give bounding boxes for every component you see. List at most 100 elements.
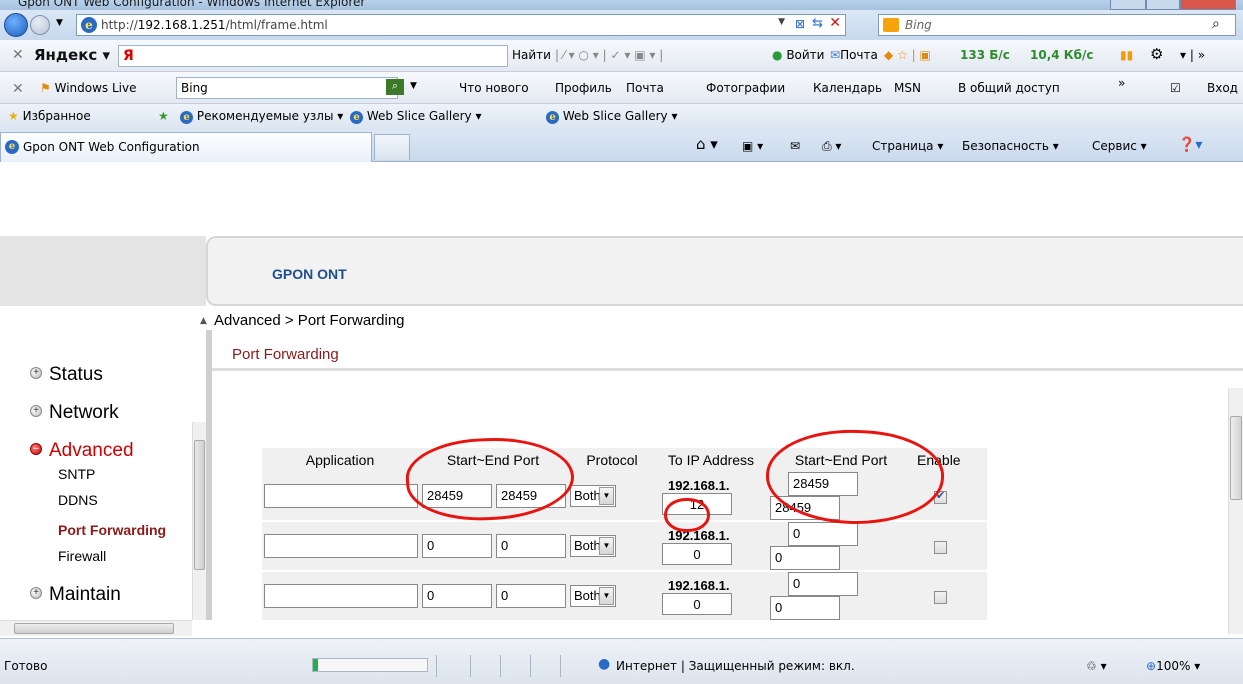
menu-scroll-thumb[interactable] <box>194 440 205 570</box>
toolbar-menu-icon[interactable]: ▾ | » <box>1180 48 1205 62</box>
enable-checkbox[interactable] <box>934 540 947 554</box>
windows-live-label: Windows Live <box>54 81 137 95</box>
close-toolbar-icon[interactable]: ✕ <box>12 47 24 63</box>
col-header-to-ip: To IP Address <box>656 448 766 472</box>
collapse-triangle-icon[interactable]: ▲ <box>200 316 207 326</box>
refresh-icon[interactable]: ⇆ <box>812 16 823 31</box>
search-icon[interactable]: ⌕ <box>1212 16 1220 32</box>
tab-gpon-ont[interactable]: e Gpon ONT Web Configuration <box>0 132 372 162</box>
back-button[interactable] <box>4 13 28 37</box>
compat-view-icon[interactable]: ⊠ <box>795 17 805 31</box>
status-divider <box>470 655 471 677</box>
live-link-share[interactable]: В общий доступ <box>958 81 1060 95</box>
to-start-port-input[interactable]: 0 <box>788 522 858 546</box>
live-link-photos[interactable]: Фотографии <box>706 81 785 95</box>
protocol-select[interactable]: Both ▼ <box>570 485 616 507</box>
fav-item-label: Web Slice Gallery ▾ <box>562 109 678 123</box>
speed-down: 133 Б/с <box>960 48 1010 62</box>
protocol-select[interactable]: Both ▼ <box>570 535 616 557</box>
yandex-mail-button[interactable]: ✉Почта <box>830 48 878 62</box>
live-link-msn[interactable]: MSN <box>894 81 921 95</box>
content-scroll-thumb[interactable] <box>1230 416 1242 500</box>
submenu-sntp[interactable]: SNTP <box>58 466 95 482</box>
application-input[interactable] <box>264 534 418 558</box>
ip-prefix: 192.168.1. <box>668 477 730 493</box>
live-signin-button[interactable]: Вход <box>1207 81 1238 95</box>
protocol-value: Both <box>574 488 601 503</box>
feeds-icon[interactable]: ▣ ▾ <box>742 139 763 153</box>
menu-status[interactable]: + Status <box>30 364 103 386</box>
address-dropdown-icon[interactable]: ▼ <box>778 17 785 27</box>
status-divider <box>436 655 437 677</box>
address-input[interactable]: e http://192.168.1.251/html/frame.html ▼… <box>76 14 846 36</box>
forward-button[interactable] <box>30 15 50 35</box>
fav-item-webslice-1[interactable]: e Web Slice Gallery ▾ <box>350 109 481 124</box>
gear-icon[interactable]: ⚙ <box>1150 45 1163 63</box>
home-icon[interactable]: ⌂ ▾ <box>696 135 718 153</box>
add-favorite-icon[interactable]: ★ <box>158 109 169 123</box>
live-search-input[interactable]: Bing <box>176 77 398 99</box>
print-icon[interactable]: ⎙ ▾ <box>822 139 841 154</box>
more-links-icon[interactable]: » <box>1118 76 1125 90</box>
live-search-dropdown-icon[interactable]: ▼ <box>410 81 417 91</box>
windows-live-brand[interactable]: ⚑ Windows Live <box>40 81 136 95</box>
protocol-select[interactable]: Both ▼ <box>570 585 616 607</box>
yandex-search-input[interactable]: Я <box>118 45 508 67</box>
to-start-port-input[interactable]: 0 <box>788 572 858 596</box>
minimize-button[interactable] <box>1110 0 1146 10</box>
ip-last-octet-input[interactable]: 0 <box>662 542 732 565</box>
menu-tools[interactable]: Сервис ▾ <box>1092 139 1147 153</box>
new-tab-button[interactable] <box>374 134 410 160</box>
menu-hscroll-thumb[interactable] <box>14 623 174 634</box>
menu-network[interactable]: + Network <box>30 402 119 424</box>
live-link-whatsnew[interactable]: Что нового <box>459 81 529 95</box>
help-icon[interactable]: ❓▾ <box>1178 137 1202 153</box>
zoom-control[interactable]: ⊕100% ▾ <box>1146 659 1200 673</box>
search-input[interactable]: Bing <box>878 14 1236 36</box>
yandex-logo[interactable]: Яндекс ▾ <box>34 46 110 64</box>
end-port-input[interactable]: 0 <box>496 584 566 608</box>
to-end-port-input[interactable]: 0 <box>770 596 840 620</box>
menu-page[interactable]: Страница ▾ <box>872 139 943 153</box>
live-search-value: Bing <box>181 81 208 95</box>
menu-vertical-scrollbar[interactable] <box>192 422 206 620</box>
yandex-login-button[interactable]: ● Войти <box>772 48 824 62</box>
fav-item-webslice-2[interactable]: e Web Slice Gallery ▾ <box>546 109 677 124</box>
favorites-button[interactable]: ★ Избранное <box>8 109 91 123</box>
live-link-calendar[interactable]: Календарь <box>813 81 882 95</box>
zone-text[interactable]: Интернет | Защищенный режим: вкл. <box>616 659 855 673</box>
close-window-button[interactable] <box>1180 0 1236 10</box>
checkbox-icon[interactable]: ☑ <box>1170 81 1181 95</box>
ip-last-octet-input[interactable]: 0 <box>662 592 732 615</box>
protected-mode-icon[interactable]: ♲ ▾ <box>1086 659 1107 673</box>
submenu-firewall[interactable]: Firewall <box>58 548 106 564</box>
fav-item-recommended[interactable]: e Рекомендуемые узлы ▾ <box>180 109 343 124</box>
history-dropdown-icon[interactable]: ▼ <box>56 18 63 28</box>
menu-security[interactable]: Безопасность ▾ <box>962 139 1059 153</box>
menu-advanced[interactable]: – Advanced <box>30 440 134 462</box>
live-link-profile[interactable]: Профиль <box>555 81 612 95</box>
yandex-widgets-icon[interactable]: ◆ ☆ | ▣ <box>884 48 931 62</box>
stop-icon[interactable]: ✕ <box>829 15 841 31</box>
start-port-input[interactable]: 0 <box>422 584 492 608</box>
end-port-input[interactable]: 0 <box>496 534 566 558</box>
start-port-input[interactable]: 0 <box>422 534 492 558</box>
maximize-button[interactable] <box>1146 0 1180 10</box>
to-end-port-input[interactable]: 0 <box>770 546 840 570</box>
enable-checkbox[interactable] <box>934 590 947 604</box>
application-input[interactable] <box>264 484 418 508</box>
live-search-icon[interactable]: ⌕ <box>386 79 404 95</box>
application-input[interactable] <box>264 584 418 608</box>
submenu-ddns[interactable]: DDNS <box>58 492 98 508</box>
read-mail-icon[interactable]: ✉ <box>790 139 800 153</box>
menu-maintain-label: Maintain <box>49 584 121 605</box>
submenu-port-forwarding[interactable]: Port Forwarding <box>58 522 192 538</box>
content-vertical-scrollbar[interactable] <box>1228 388 1243 634</box>
toolbar-tools-icon[interactable]: | ⁄ ▾ ○ ▾ | ✓ ▾ ▣ ▾ | <box>555 48 663 62</box>
menu-horizontal-scrollbar[interactable] <box>0 620 192 636</box>
close-live-toolbar-icon[interactable]: ✕ <box>12 81 24 97</box>
table-row: 00 Both ▼ 192.168.1. 0 00 <box>262 572 987 620</box>
menu-maintain[interactable]: + Maintain <box>30 584 121 606</box>
live-link-mail[interactable]: Почта <box>626 81 664 95</box>
yandex-find-button[interactable]: Найти <box>512 48 551 62</box>
